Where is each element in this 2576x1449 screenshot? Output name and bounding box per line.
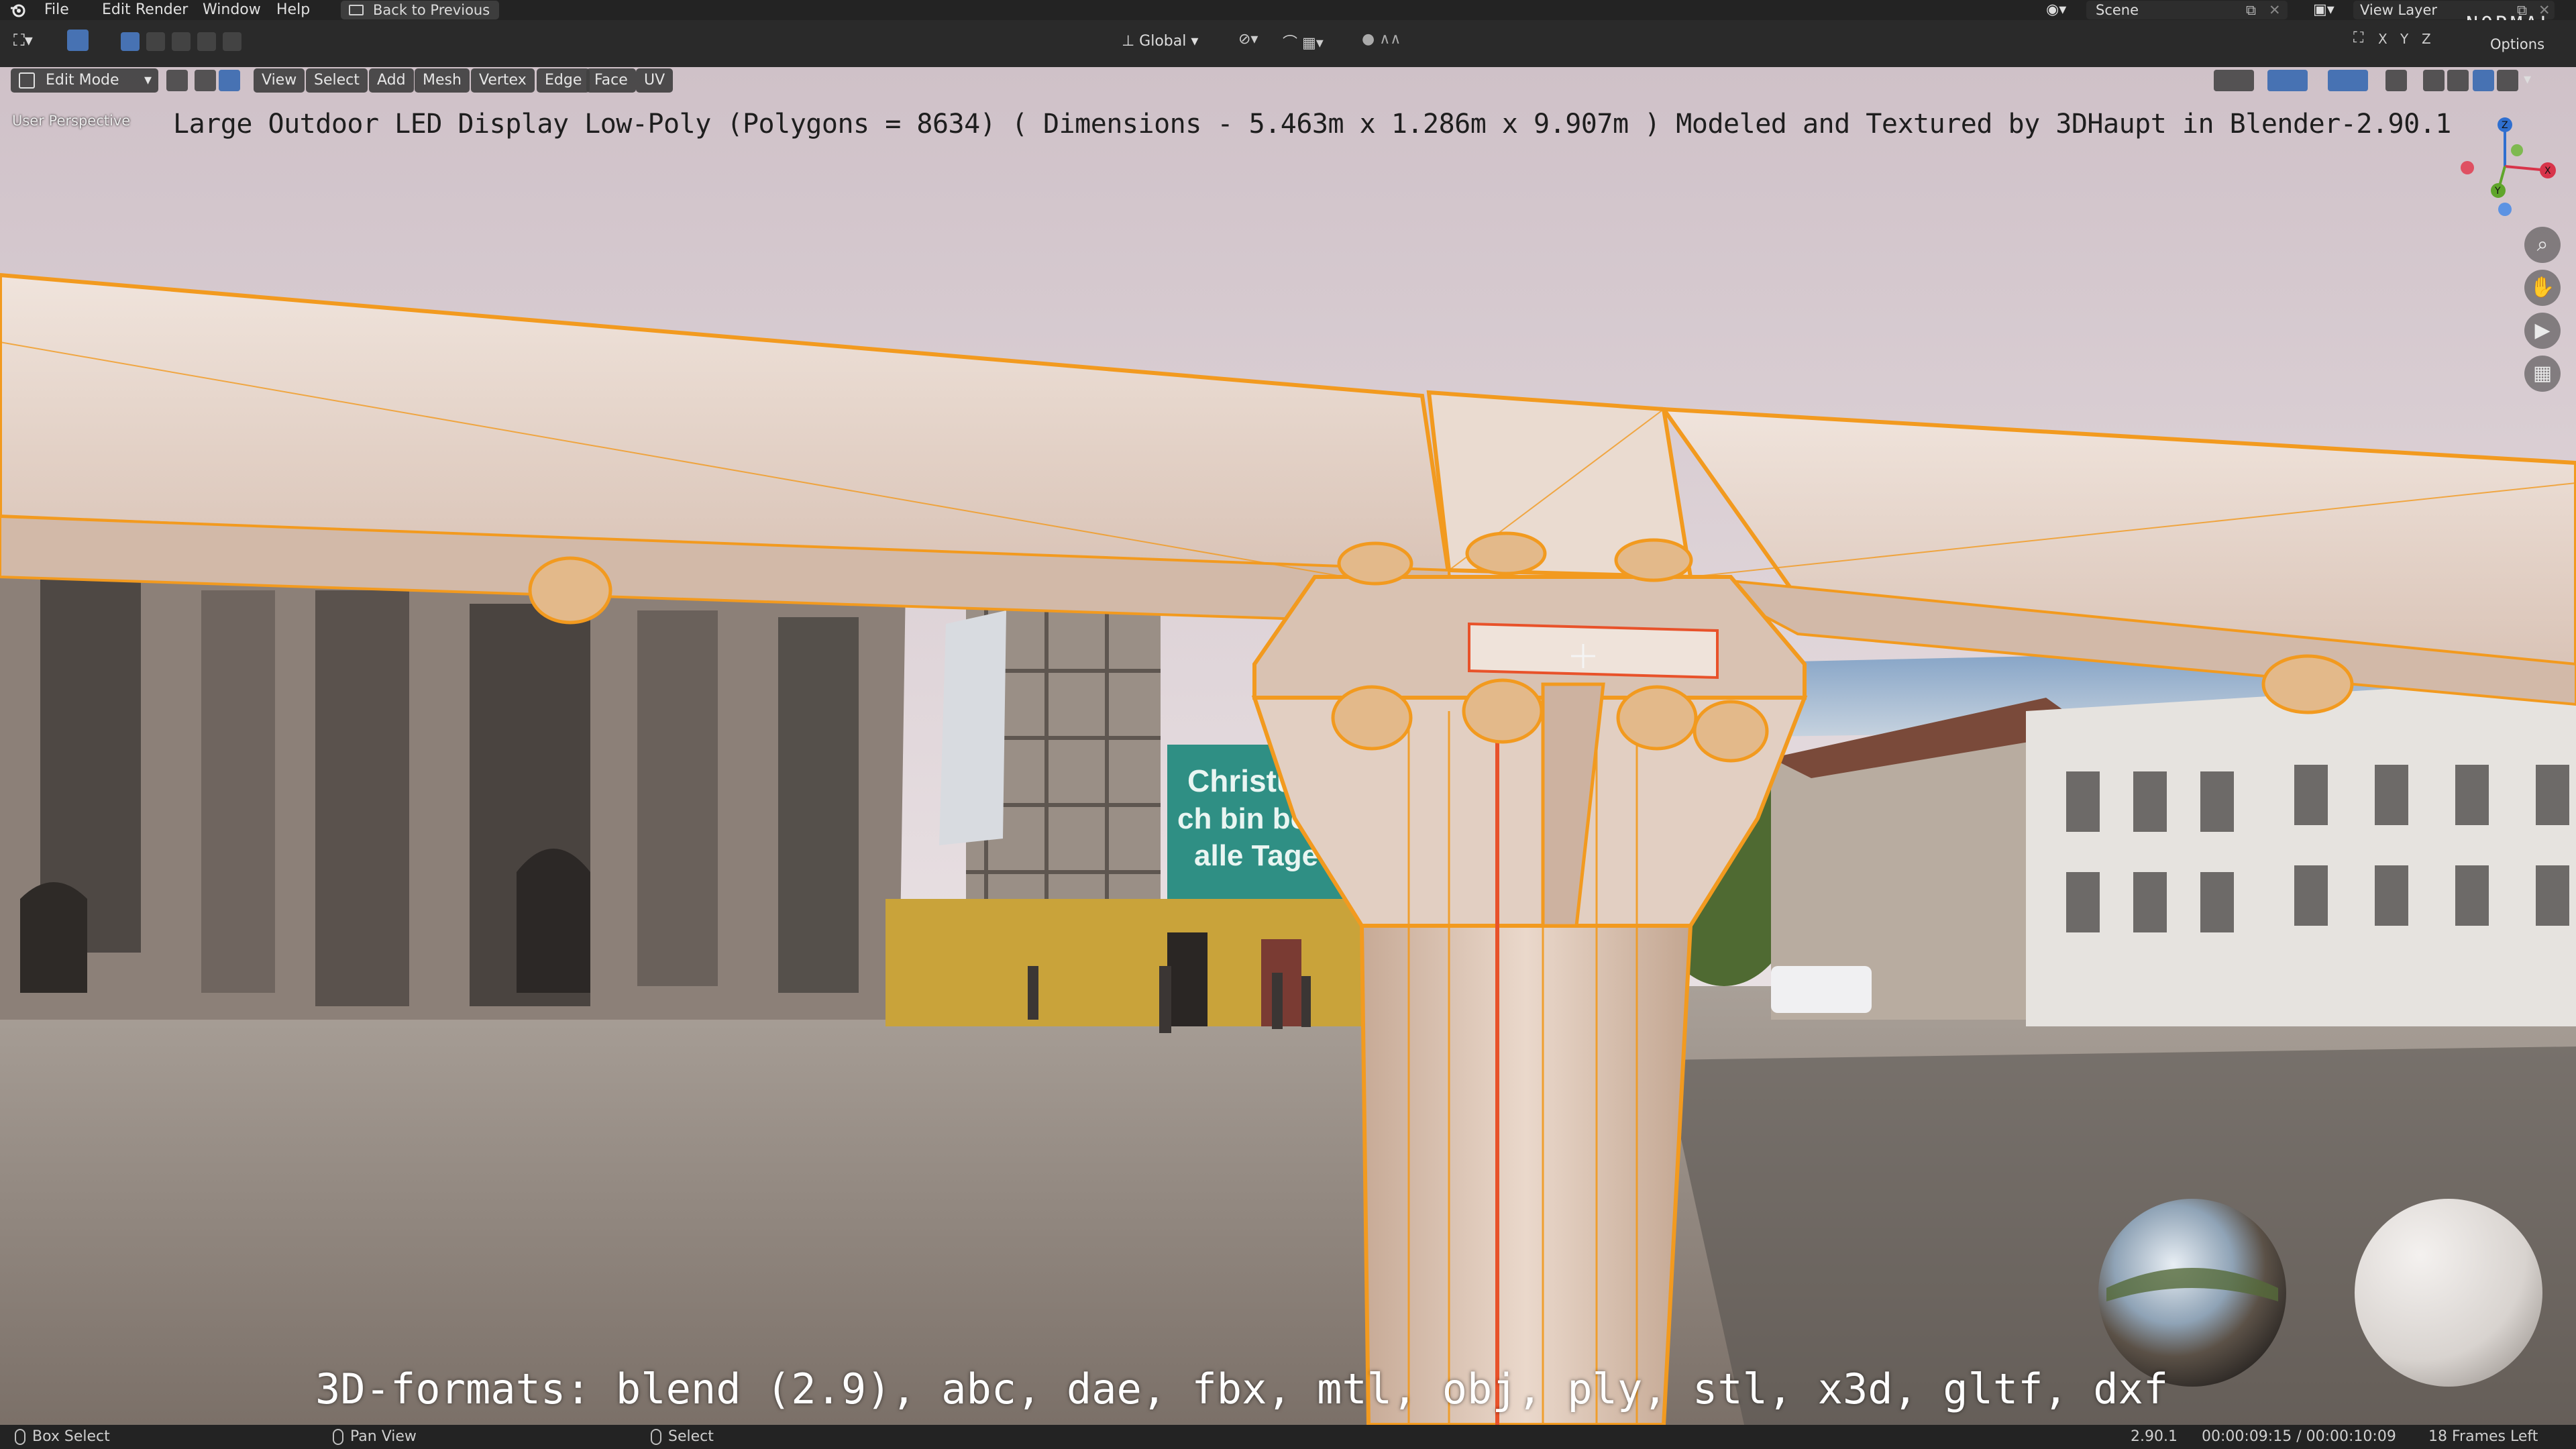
- transform-gizmo-icon[interactable]: ⛶: [2353, 30, 2363, 46]
- shading-solid-icon[interactable]: [2447, 70, 2469, 91]
- status-right-action: Select: [651, 1425, 714, 1449]
- gizmo-y-label: Y: [2494, 186, 2501, 197]
- version-label: 2.90.1: [2131, 1428, 2178, 1445]
- hdri-matte-sphere: [2355, 1199, 2542, 1387]
- scene-label: Scene: [2096, 2, 2139, 18]
- shading-rendered-icon[interactable]: [2497, 70, 2518, 91]
- shading-material-icon[interactable]: [2473, 70, 2494, 91]
- menu-vertex[interactable]: Vertex: [471, 68, 535, 93]
- shading-wireframe-icon[interactable]: [2423, 70, 2445, 91]
- back-label: Back to Previous: [373, 2, 490, 18]
- face-select-icon[interactable]: [219, 70, 240, 91]
- status-middle-action: Pan View: [333, 1425, 417, 1449]
- menu-mesh[interactable]: Mesh: [415, 68, 470, 93]
- menu-edge[interactable]: Edge: [537, 68, 590, 93]
- status-left-action: Box Select: [15, 1425, 110, 1449]
- timeline-time: 00:00:09:15 / 00:00:10:09: [2202, 1428, 2396, 1445]
- editor-type-icon[interactable]: ⛶▾: [13, 31, 33, 50]
- back-icon: [349, 5, 364, 15]
- select-subtract-icon[interactable]: [172, 32, 191, 51]
- back-to-previous-button[interactable]: Back to Previous: [341, 1, 499, 19]
- gizmo-x-label: X: [2544, 166, 2551, 176]
- menu-file[interactable]: File: [44, 0, 69, 20]
- proportional-edit-icon[interactable]: ● ∧∧: [1362, 31, 1401, 48]
- mouse-middle-icon: [333, 1429, 343, 1445]
- view-layer-icon[interactable]: ▣▾: [2313, 1, 2334, 19]
- copy-scene-icon[interactable]: ⧉: [2246, 1, 2256, 19]
- formats-caption: 3D-formats: blend (2.9), abc, dae, fbx, …: [315, 1364, 2169, 1413]
- gizmo-toggle-icon[interactable]: [2267, 70, 2308, 91]
- top-menu-bar: File Edit Render Window Help Back to Pre…: [0, 0, 2576, 35]
- frames-left-label: 18 Frames Left: [2428, 1428, 2538, 1445]
- axis-x-toggle[interactable]: X: [2378, 31, 2387, 47]
- menu-uv[interactable]: UV: [636, 68, 674, 93]
- viewport-tool-header: ⛶▾ ⊥ Global ▾ ⊘▾ ⌒ ▦▾ ● ∧∧ ⛶ X Y Z Optio…: [0, 20, 2576, 72]
- camera-view-icon[interactable]: ▶: [2524, 313, 2561, 349]
- menu-edit[interactable]: Edit: [102, 0, 131, 20]
- menu-render[interactable]: Render: [136, 0, 188, 20]
- 3d-viewport[interactable]: Christus ch bin bei alle Tage Edit Mode …: [0, 67, 2576, 1425]
- menu-select[interactable]: Select: [306, 68, 368, 93]
- orientation-icon: ⊥: [1122, 33, 1140, 50]
- viewport-scene: Christus ch bin bei alle Tage: [0, 67, 2576, 1425]
- mode-label: Edit Mode: [46, 72, 119, 89]
- chevron-down-icon: ▾: [144, 72, 152, 89]
- overlays-toggle-icon[interactable]: [2328, 70, 2368, 91]
- snap-icon[interactable]: ⌒ ▦▾: [1283, 31, 1324, 52]
- select-intersect-icon[interactable]: [223, 32, 241, 51]
- menu-face[interactable]: Face: [586, 68, 636, 93]
- menu-add[interactable]: Add: [369, 68, 414, 93]
- vertex-select-icon[interactable]: [166, 70, 188, 91]
- gizmo-z-label: Z: [2502, 120, 2508, 131]
- blender-logo-icon[interactable]: [9, 2, 25, 18]
- status-bar: Box Select Pan View Select 2.90.1 00:00:…: [0, 1425, 2576, 1449]
- mouse-right-icon: [651, 1429, 661, 1445]
- axis-y-toggle[interactable]: Y: [2400, 31, 2408, 47]
- select-extend-icon[interactable]: [146, 32, 165, 51]
- view-layer-label: View Layer: [2360, 2, 2438, 18]
- scene-selector[interactable]: Scene ⧉ ✕: [2086, 1, 2288, 19]
- axis-z-toggle[interactable]: Z: [2422, 31, 2431, 47]
- mouse-left-icon: [15, 1429, 25, 1445]
- edit-mode-header: Edit Mode ▾ View Select Add Mesh Vertex …: [0, 67, 2576, 95]
- view-perspective-label: User Perspective: [12, 113, 131, 129]
- sign-line-3: alle Tage: [1194, 839, 1318, 872]
- menu-view[interactable]: View: [254, 68, 305, 93]
- menu-help[interactable]: Help: [276, 0, 310, 20]
- select-new-icon[interactable]: [121, 32, 140, 51]
- mode-dropdown[interactable]: Edit Mode ▾: [11, 68, 158, 93]
- shading-options-chevron-icon[interactable]: ▾: [2524, 71, 2531, 88]
- orientation-value: Global: [1139, 33, 1187, 50]
- transform-orientation-dropdown[interactable]: ⊥ Global ▾: [1122, 31, 1198, 52]
- select-tool-icon[interactable]: [67, 30, 89, 51]
- zoom-icon[interactable]: ⌕: [2524, 227, 2561, 263]
- pan-hand-icon[interactable]: ✋: [2524, 270, 2561, 306]
- close-scene-icon[interactable]: ✕: [2269, 1, 2281, 19]
- scene-icon[interactable]: ◉▾: [2046, 1, 2084, 19]
- edit-mode-icon: [19, 72, 35, 89]
- select-invert-icon[interactable]: [197, 32, 216, 51]
- xray-toggle-icon[interactable]: [2385, 70, 2407, 91]
- options-dropdown[interactable]: Options: [2490, 36, 2544, 52]
- menu-window[interactable]: Window: [203, 0, 261, 20]
- object-type-visibility-icon[interactable]: [2214, 70, 2254, 91]
- perspective-toggle-icon[interactable]: ▦: [2524, 356, 2561, 392]
- overlay-title-text: Large Outdoor LED Display Low-Poly (Poly…: [173, 109, 2451, 140]
- pivot-point-icon[interactable]: ⊘▾: [1238, 31, 1258, 48]
- chevron-down-icon: ▾: [1191, 33, 1199, 50]
- edge-select-icon[interactable]: [195, 70, 216, 91]
